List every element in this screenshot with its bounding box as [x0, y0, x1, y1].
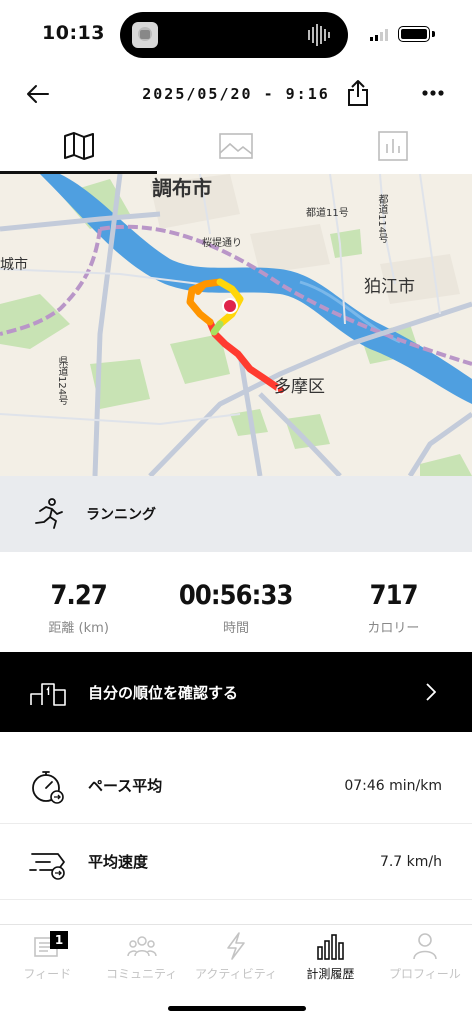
tab-bar-history-label: 計測履歴 [306, 967, 355, 981]
stat-duration-value: 00:56:33 [179, 580, 294, 611]
stat-calories-label: カロリー [367, 621, 420, 636]
activity-label: ランニング [86, 507, 156, 523]
dynamic-island[interactable] [120, 12, 348, 58]
metric-avg-pace-value: 07:46 min/km [344, 777, 442, 794]
check-rank-button[interactable]: 自分の順位を確認する [0, 652, 472, 732]
tab-bar-feed[interactable]: 1 フィード [0, 925, 94, 1024]
share-icon [348, 80, 368, 106]
community-icon [126, 936, 157, 957]
tab-bar-profile-label: プロフィール [388, 967, 461, 981]
map-label-road-124: 県道124号 [56, 356, 67, 406]
history-bars-icon [317, 934, 345, 960]
stat-duration: 00:56:33 時間 [157, 552, 314, 652]
metric-avg-speed-label: 平均速度 [88, 853, 149, 871]
stat-distance-label: 距離 (km) [48, 621, 109, 636]
status-bar: 10:13 [0, 0, 472, 68]
profile-icon [413, 933, 437, 960]
stat-distance-value: 7.27 [50, 580, 107, 611]
map-label-tama: 多摩区 [274, 377, 325, 397]
activity-bolt-icon [227, 932, 245, 960]
activity-type-row: ランニング [0, 476, 472, 552]
battery-cap [432, 31, 435, 37]
map-label-inagi: 城市 [0, 257, 28, 273]
podium-icon [30, 683, 66, 706]
more-options-button[interactable] [416, 78, 450, 108]
more-dots-icon [422, 90, 444, 96]
cellular-signal-icon [370, 29, 388, 41]
stat-distance: 7.27 距離 (km) [0, 552, 157, 652]
view-tabs [0, 118, 472, 174]
metric-avg-pace-label: ペース平均 [88, 777, 163, 795]
map-label-komae: 狛江市 [364, 277, 415, 297]
map-icon [63, 132, 94, 160]
map-label-road-11: 都道11号 [306, 208, 349, 219]
feed-badge: 1 [50, 931, 68, 949]
metric-avg-pace[interactable]: ペース平均 07:46 min/km [0, 748, 472, 824]
now-playing-thumbnail [132, 22, 158, 48]
map-label-sakura: 桜堤通り [202, 238, 242, 249]
chevron-right-icon [426, 683, 436, 701]
summary-stats: 7.27 距離 (km) 00:56:33 時間 717 カロリー [0, 552, 472, 652]
tab-bar-feed-label: フィード [23, 967, 72, 981]
running-person-icon [35, 498, 63, 529]
bar-chart-icon [378, 131, 409, 161]
home-indicator[interactable] [168, 1006, 306, 1011]
check-rank-label: 自分の順位を確認する [88, 683, 239, 702]
header: 2025/05/20 - 9:16 [0, 68, 472, 118]
share-button[interactable] [342, 76, 374, 110]
map-label-road-114: 都道114号 [376, 194, 387, 244]
tab-bar-community-label: コミュニティ [105, 967, 178, 981]
route-map[interactable]: 調布市 狛江市 多摩区 城市 都道11号 都道114号 県道124号 桜堤通り [0, 174, 472, 476]
page-title: 2025/05/20 - 9:16 [142, 85, 330, 103]
speed-icon [29, 852, 65, 880]
tab-stats[interactable] [315, 118, 472, 174]
audio-waveform-icon [308, 24, 330, 46]
stopwatch-icon [32, 770, 64, 804]
map-label-chofu: 調布市 [152, 176, 212, 200]
battery-icon [398, 26, 430, 42]
tab-map[interactable] [0, 118, 158, 174]
tab-photos[interactable] [157, 118, 314, 174]
image-icon [219, 133, 253, 159]
stat-duration-label: 時間 [222, 621, 249, 636]
stat-calories-value: 717 [369, 580, 418, 611]
status-time: 10:13 [42, 22, 105, 44]
tab-bar-profile[interactable]: プロフィール [378, 925, 472, 1024]
metric-avg-speed-value: 7.7 km/h [379, 853, 442, 870]
tab-bar-activity-label: アクティビティ [195, 967, 277, 981]
metric-avg-speed[interactable]: 平均速度 7.7 km/h [0, 824, 472, 900]
stat-calories: 717 カロリー [315, 552, 472, 652]
